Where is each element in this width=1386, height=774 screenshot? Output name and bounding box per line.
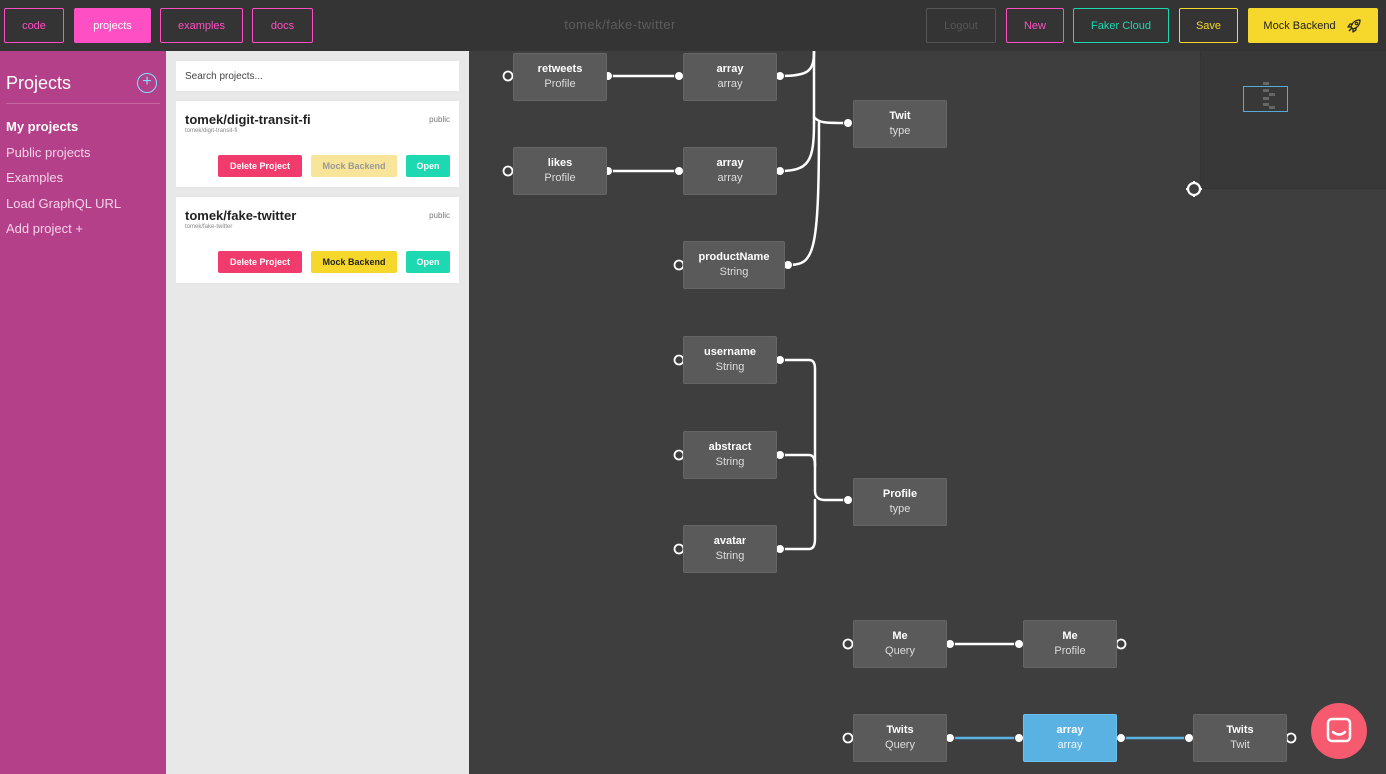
sidebar-item-add-project[interactable]: Add project + — [6, 221, 83, 236]
graph-node-selected[interactable]: array array — [1023, 714, 1117, 762]
graph-node[interactable]: Me Query — [853, 620, 947, 668]
rocket-icon — [1345, 17, 1363, 35]
tab-code[interactable]: code — [4, 8, 64, 43]
project-card: tomek/digit-transit-fi tomek/digit-trans… — [176, 101, 459, 187]
sidebar-item-load-graphql-url[interactable]: Load GraphQL URL — [6, 196, 121, 211]
graph-node[interactable]: array array — [683, 147, 777, 195]
node-title: Twits — [886, 724, 914, 736]
graph-node[interactable]: productName String — [683, 241, 785, 289]
node-type: type — [889, 125, 911, 137]
new-button[interactable]: New — [1006, 8, 1064, 43]
mock-backend-button[interactable]: Mock Backend — [1248, 8, 1378, 43]
tab-docs[interactable]: docs — [252, 8, 313, 43]
chat-launcher[interactable] — [1311, 703, 1367, 759]
sidebar-item-public-projects[interactable]: Public projects — [6, 145, 91, 160]
graph-node[interactable]: username String — [683, 336, 777, 384]
graph-canvas[interactable]: retweets Profile array array Twit type like… — [469, 51, 1386, 774]
node-title: avatar — [713, 535, 747, 547]
chat-bubble-icon — [1326, 717, 1352, 743]
node-title: likes — [547, 157, 573, 169]
project-name: tomek/digit-transit-fi — [185, 112, 311, 127]
project-visibility: public — [429, 211, 450, 220]
graph-node[interactable]: Profile type — [853, 478, 947, 526]
sidebar-item-my-projects[interactable]: My projects — [6, 119, 78, 134]
save-button[interactable]: Save — [1179, 8, 1238, 43]
node-title: array — [716, 157, 744, 169]
logout-button[interactable]: Logout — [926, 8, 996, 43]
node-title: array — [716, 63, 744, 75]
sidebar-heading: Projects — [6, 73, 72, 93]
node-type: String — [719, 266, 749, 278]
node-type: Query — [885, 645, 915, 657]
mock-backend-label: Mock Backend — [1263, 19, 1336, 32]
sidebar-item-examples[interactable]: Examples — [6, 170, 63, 185]
graph-node[interactable]: Twits Query — [853, 714, 947, 762]
projects-panel: tomek/digit-transit-fi tomek/digit-trans… — [166, 51, 469, 774]
search-projects-input[interactable] — [176, 61, 459, 91]
node-type: String — [715, 550, 745, 562]
project-subtitle: tomek/digit-transit-fi — [185, 128, 238, 134]
drag-handle-icon[interactable] — [1185, 180, 1203, 198]
node-title: productName — [698, 251, 770, 263]
graph-node[interactable]: abstract String — [683, 431, 777, 479]
graph-node[interactable]: Me Profile — [1023, 620, 1117, 668]
top-bar: code projects examples docs tomek/fake-t… — [0, 0, 1386, 51]
graph-node[interactable]: array array — [683, 53, 777, 101]
node-type: Twit — [1230, 739, 1250, 751]
graph-node[interactable]: Twits Twit — [1193, 714, 1287, 762]
mock-backend-button[interactable]: Mock Backend — [311, 155, 397, 177]
open-project-button[interactable]: Open — [406, 155, 450, 177]
node-title: retweets — [537, 63, 583, 75]
node-type: Profile — [544, 172, 576, 184]
node-title: abstract — [708, 441, 752, 453]
node-title: Twit — [889, 110, 911, 122]
graph-node[interactable]: Twit type — [853, 100, 947, 148]
delete-project-button[interactable]: Delete Project — [218, 155, 302, 177]
node-type: String — [715, 361, 745, 373]
delete-project-button[interactable]: Delete Project — [218, 251, 302, 273]
node-type: Profile — [1054, 645, 1086, 657]
sidebar: Projects + My projects Public projects E… — [0, 51, 166, 774]
node-type: Profile — [544, 78, 576, 90]
node-type: array — [1057, 739, 1083, 751]
node-title: Me — [1062, 630, 1078, 642]
open-project-button[interactable]: Open — [406, 251, 450, 273]
tab-examples[interactable]: examples — [160, 8, 243, 43]
faker-cloud-button[interactable]: Faker Cloud — [1073, 8, 1169, 43]
graph-node[interactable]: avatar String — [683, 525, 777, 573]
graph-node[interactable]: likes Profile — [513, 147, 607, 195]
node-title: username — [704, 346, 756, 358]
node-type: type — [889, 503, 911, 515]
mock-backend-button[interactable]: Mock Backend — [311, 251, 397, 273]
node-type: Query — [885, 739, 915, 751]
minimap-preview — [1263, 82, 1275, 109]
project-subtitle: tomek/fake-twitter — [185, 224, 233, 230]
node-type: String — [715, 456, 745, 468]
project-title: tomek/fake-twitter — [564, 17, 676, 32]
sidebar-divider — [6, 103, 160, 104]
node-title: Profile — [882, 488, 918, 500]
project-card: tomek/fake-twitter tomek/fake-twitter pu… — [176, 197, 459, 283]
node-title: Me — [892, 630, 908, 642]
project-visibility: public — [429, 115, 450, 124]
node-title: array — [1056, 724, 1084, 736]
add-project-icon[interactable]: + — [137, 73, 157, 93]
node-title: Twits — [1226, 724, 1254, 736]
minimap[interactable] — [1200, 51, 1386, 189]
node-type: array — [717, 78, 743, 90]
node-type: array — [717, 172, 743, 184]
graph-node[interactable]: retweets Profile — [513, 53, 607, 101]
project-name: tomek/fake-twitter — [185, 208, 297, 223]
tab-projects[interactable]: projects — [74, 8, 151, 43]
